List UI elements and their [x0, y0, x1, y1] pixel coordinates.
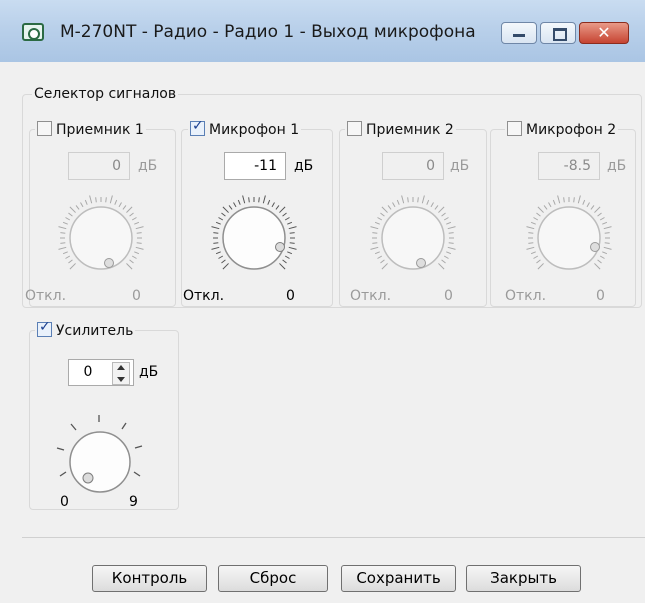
signal-selector-title: Селектор сигналов: [32, 86, 179, 102]
channel-title-receiver-1[interactable]: Приемник 1: [35, 121, 146, 138]
receiver-1-unit: дБ: [138, 158, 158, 174]
receiver-1-checkbox[interactable]: [37, 121, 52, 136]
mic-2-unit: дБ: [607, 158, 627, 174]
receiver-1-off-label: Откл.: [25, 288, 67, 304]
dialog-window: M-270NT - Радио - Радио 1 - Выход микроф…: [0, 0, 645, 603]
window-title: M-270NT - Радио - Радио 1 - Выход микроф…: [60, 22, 476, 42]
save-button[interactable]: Сохранить: [341, 565, 456, 592]
mic-1-unit: дБ: [294, 158, 314, 174]
mic-1-value-field[interactable]: -11: [224, 152, 286, 180]
close-window-button[interactable]: ✕: [579, 22, 629, 44]
amplifier-title[interactable]: Усилитель: [35, 319, 136, 339]
mic-1-off-label: Откл.: [183, 288, 225, 304]
receiver-2-zero-label: 0: [444, 288, 453, 304]
minimize-button[interactable]: [501, 22, 537, 44]
app-icon: [22, 23, 44, 41]
channel-title-receiver-2[interactable]: Приемник 2: [345, 121, 456, 138]
amplifier-spinbox[interactable]: 0: [68, 359, 134, 386]
amplifier-min-label: 0: [60, 494, 69, 510]
maximize-button[interactable]: [540, 22, 576, 44]
amplifier-checkbox[interactable]: [37, 319, 52, 337]
monitor-button[interactable]: Контроль: [92, 565, 207, 592]
receiver-2-value-field: 0: [382, 152, 444, 180]
amplifier-unit: дБ: [139, 364, 159, 380]
mic-2-checkbox[interactable]: [507, 121, 522, 136]
receiver-1-zero-label: 0: [132, 288, 141, 304]
mic-1-checkbox[interactable]: [190, 118, 205, 136]
receiver-1-label: Приемник 1: [56, 122, 144, 138]
title-bar[interactable]: M-270NT - Радио - Радио 1 - Выход микроф…: [0, 0, 645, 62]
amplifier-label: Усилитель: [56, 323, 134, 339]
receiver-2-knob: [370, 195, 456, 270]
receiver-2-checkbox[interactable]: [347, 121, 362, 136]
mic-2-knob: [526, 195, 612, 270]
channel-title-mic-2[interactable]: Микрофон 2: [505, 121, 619, 138]
close-button[interactable]: Закрыть: [466, 565, 581, 592]
mic-1-knob[interactable]: [205, 189, 303, 287]
mic-1-label: Микрофон 1: [209, 122, 300, 138]
receiver-2-unit: дБ: [450, 158, 470, 174]
spin-arrows-icon[interactable]: [112, 362, 130, 385]
footer-divider: [22, 537, 645, 538]
mic-1-zero-label: 0: [286, 288, 295, 304]
reset-button[interactable]: Сброс: [218, 565, 328, 592]
mic-2-label: Микрофон 2: [526, 122, 617, 138]
mic-2-value-field: -8.5: [538, 152, 600, 180]
dialog-client-area: Селектор сигналов Приемник 1 0 дБ Откл. …: [0, 62, 645, 603]
receiver-2-off-label: Откл.: [350, 288, 392, 304]
receiver-1-knob: [58, 195, 144, 270]
receiver-1-value-field: 0: [68, 152, 130, 180]
amplifier-max-label: 9: [129, 494, 138, 510]
amplifier-value[interactable]: 0: [69, 360, 107, 385]
close-icon: ✕: [597, 23, 611, 42]
mic-2-off-label: Откл.: [505, 288, 547, 304]
receiver-2-label: Приемник 2: [366, 122, 454, 138]
mic-2-zero-label: 0: [596, 288, 605, 304]
channel-title-mic-1[interactable]: Микрофон 1: [188, 118, 302, 138]
